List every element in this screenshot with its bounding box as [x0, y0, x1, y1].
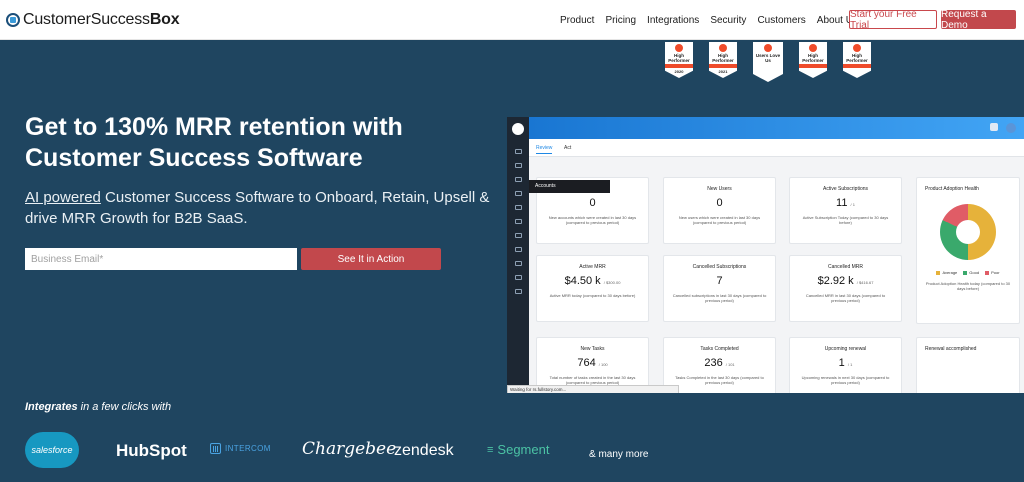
metric-card: Tasks Completed 236 / 101 Tasks Complete…: [663, 337, 776, 393]
target-icon: [514, 233, 522, 238]
metric-card: Active Subscriptions 11 / 1 Active Subsc…: [789, 177, 902, 244]
metric-card: Cancelled MRR $2.92 k / $416.67 Cancelle…: [789, 255, 902, 322]
salesforce-logo: salesforce: [25, 432, 79, 468]
filter-icon: [514, 219, 522, 224]
renewal-card: Renewal accomplished: [916, 337, 1020, 393]
hero-subtitle: AI powered Customer Success Software to …: [25, 189, 490, 227]
hubspot-logo: HubSpot: [116, 441, 187, 460]
tasks-icon: [514, 191, 522, 196]
nav-link-product[interactable]: Product: [560, 15, 594, 26]
legend-item: Poor: [985, 270, 1000, 275]
donut-legend: Average Good Poor: [917, 270, 1019, 275]
app-tabs: Review Act: [529, 139, 1024, 157]
nav-link-security[interactable]: Security: [710, 15, 746, 26]
tab-act: Act: [564, 145, 572, 151]
many-more-text: & many more: [589, 449, 649, 460]
dashboard-icon: [514, 149, 522, 154]
nav-link-integrations[interactable]: Integrations: [647, 15, 699, 26]
g2-badge: High Performer 2020: [665, 42, 693, 78]
chat-icon: [514, 289, 522, 294]
list-icon: [514, 163, 522, 168]
g2-icon: [853, 44, 861, 52]
request-demo-button[interactable]: Request a Demo: [941, 9, 1016, 31]
metric-card: Active MRR $4.50 k / $300.00 Active MRR …: [536, 255, 649, 322]
chargebee-logo: Chargebee: [302, 439, 397, 459]
app-sidebar: [507, 117, 529, 393]
free-trial-button[interactable]: Start your Free Trial: [849, 9, 937, 31]
nav-link-pricing[interactable]: Pricing: [605, 15, 636, 26]
g2-badge: High Performer: [799, 42, 827, 78]
g2-badge: High Performer: [843, 42, 871, 78]
app-logo-icon: [512, 123, 524, 135]
help-icon: [514, 275, 522, 280]
app-topbar: [529, 117, 1024, 139]
accounts-tooltip: Accounts: [529, 180, 610, 193]
intercom-logo: INTERCOM: [210, 443, 271, 454]
app-screenshot: Review Act Accounts 0 New accounts which…: [507, 117, 1024, 393]
accounts-icon: [514, 177, 522, 182]
avatar: [1006, 123, 1016, 133]
integrations-label: Integrates in a few clicks with: [25, 401, 172, 413]
browser-status-bar: Waiting for rs.fullstory.com...: [507, 385, 679, 393]
zendesk-logo: zendesk: [394, 442, 454, 459]
legend-item: Good: [963, 270, 979, 275]
notification-icon: [990, 123, 998, 131]
users-icon: [514, 205, 522, 210]
legend-item: Average: [936, 270, 957, 275]
see-it-in-action-button[interactable]: See It in Action: [301, 248, 441, 270]
segment-icon: ≡: [487, 443, 494, 456]
metric-card: New Users 0 New users which were created…: [663, 177, 776, 244]
segment-logo: ≡ Segment: [487, 442, 550, 457]
brand-name: CustomerSuccessBox: [23, 10, 180, 28]
g2-icon: [675, 44, 683, 52]
top-nav: CustomerSuccessBox Product Pricing Integ…: [0, 0, 1024, 40]
metric-card: Upcoming renewal 1 / 1 Upcoming renewals…: [789, 337, 902, 393]
g2-icon: [764, 44, 772, 52]
nav-link-customers[interactable]: Customers: [757, 15, 805, 26]
g2-icon: [809, 44, 817, 52]
brand-logo[interactable]: CustomerSuccessBox: [6, 10, 180, 29]
adoption-health-card: Product Adoption Health Average Good Poo…: [916, 177, 1020, 324]
adoption-donut-chart: [940, 204, 996, 260]
metric-card: Cancelled Subscriptions 7 Cancelled subs…: [663, 255, 776, 322]
tab-review: Review: [536, 145, 553, 154]
chart-icon: [514, 247, 522, 252]
settings-icon: [514, 261, 522, 266]
g2-badge: High Performer 2021: [709, 42, 737, 78]
ai-powered-link[interactable]: AI powered: [25, 189, 101, 206]
g2-badges: High Performer 2020 High Performer 2021 …: [665, 42, 887, 82]
hero-title: Get to 130% MRR retention with Customer …: [25, 113, 403, 172]
business-email-input[interactable]: [25, 248, 297, 270]
logo-icon: [6, 12, 20, 27]
intercom-icon: [210, 443, 221, 454]
nav-links: Product Pricing Integrations Security Cu…: [560, 0, 869, 40]
g2-badge: Users Love Us: [753, 42, 783, 82]
g2-icon: [719, 44, 727, 52]
